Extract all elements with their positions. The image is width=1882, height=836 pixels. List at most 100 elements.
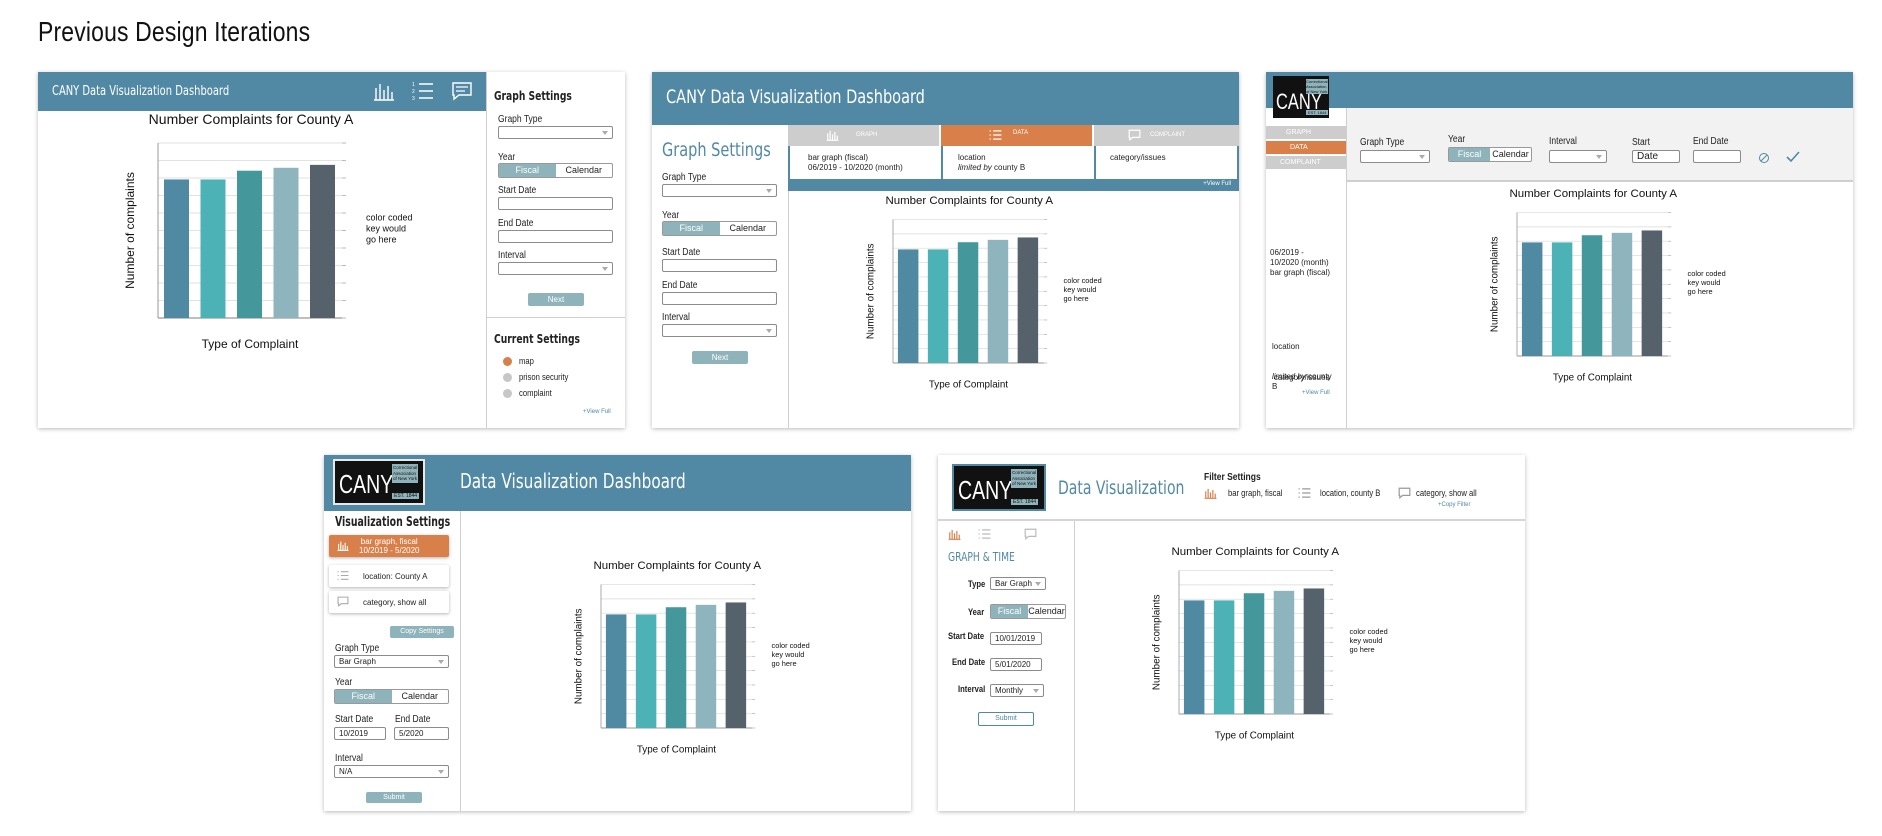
submit-button[interactable]: Submit <box>978 712 1034 726</box>
year-toggle[interactable]: Fiscal Calendar <box>1448 147 1532 162</box>
year-toggle[interactable]: Fiscal Calendar <box>662 221 777 236</box>
submit-button[interactable]: Submit <box>366 792 422 803</box>
copy-settings-button[interactable]: Copy Settings <box>390 626 454 638</box>
settings-pill-location[interactable]: location: County A <box>329 565 449 587</box>
filter-location: location, county B <box>1320 488 1381 498</box>
tab-graph[interactable]: GRAPH <box>788 125 939 146</box>
chart-group: Number Complaints for County A Number of … <box>1151 546 1387 742</box>
next-button[interactable]: Next <box>692 351 748 364</box>
settings-title: Graph Settings <box>662 139 771 161</box>
year-toggle[interactable]: Fiscal Calendar <box>990 604 1066 619</box>
end-date-field[interactable] <box>662 292 777 305</box>
logo-established: EST. 1844 <box>392 493 420 499</box>
divider <box>1074 521 1075 811</box>
y-axis-label: Number of complaints <box>123 172 137 289</box>
end-date-label: End Date <box>952 657 986 667</box>
graph-type-select[interactable] <box>1360 150 1430 163</box>
bar <box>635 614 657 729</box>
end-date-field[interactable]: 5/01/2020 <box>990 658 1042 671</box>
fiscal-option[interactable]: Fiscal <box>499 164 556 177</box>
legend-placeholder: color coded key would go here <box>1350 627 1388 654</box>
bar <box>1213 600 1235 715</box>
fiscal-option[interactable]: Fiscal <box>1449 148 1490 161</box>
comment-icon[interactable] <box>451 81 473 101</box>
fiscal-option[interactable]: Fiscal <box>663 222 720 235</box>
bar-chart-icon <box>826 130 839 141</box>
legend-placeholder: color coded key would go here <box>1688 269 1726 296</box>
filter-category: category, show all <box>1416 488 1477 498</box>
filter-settings-title: Filter Settings <box>1204 472 1261 483</box>
settings-bar <box>1347 108 1853 182</box>
bar-chart-icon[interactable] <box>948 528 961 540</box>
graph-type-select[interactable] <box>662 184 777 197</box>
start-date-field[interactable]: Date <box>1632 150 1680 163</box>
calendar-option[interactable]: Calendar <box>1028 605 1065 618</box>
fiscal-option[interactable]: Fiscal <box>991 605 1028 618</box>
logo-org-name: Correctional Association of New York <box>1011 469 1038 488</box>
legend-placeholder: color coded key would go here <box>772 641 810 668</box>
divider <box>486 72 487 428</box>
comment-icon[interactable] <box>1024 528 1037 540</box>
complaint-summary: category/issues <box>1110 153 1166 162</box>
tab-data[interactable]: DATA <box>941 125 1092 146</box>
tab-graph[interactable]: GRAPH <box>1266 126 1346 139</box>
chart-group: Number Complaints for County A Number of … <box>123 111 413 351</box>
tab-complaint[interactable]: COMPLAINT <box>1266 156 1346 169</box>
tab-complaint[interactable]: COMPLAINT <box>1094 125 1239 146</box>
legend-line: key would <box>772 650 805 659</box>
current-settings-title: Current Settings <box>494 332 580 346</box>
fiscal-option[interactable]: Fiscal <box>335 690 392 703</box>
current-item-label: map <box>519 356 534 366</box>
legend-line: key would <box>1688 278 1721 287</box>
calendar-option[interactable]: Calendar <box>1490 148 1531 161</box>
check-icon[interactable] <box>1785 150 1801 164</box>
data-summary: location limited by county B <box>958 153 1025 173</box>
cany-logo: CANY Correctional Association of New Yor… <box>1273 76 1329 118</box>
tab-label: DATA <box>1290 144 1308 151</box>
copy-filter-link[interactable]: +Copy Filter <box>1438 502 1471 508</box>
section-title: GRAPH & TIME <box>948 550 1015 564</box>
settings-pill-graph[interactable]: bar graph, fiscal 10/2019 - 5/2020 <box>329 535 449 557</box>
graph-type-select[interactable]: Bar Graph <box>334 655 449 668</box>
end-date-field[interactable] <box>1693 150 1741 163</box>
interval-select[interactable]: Monthly <box>990 684 1044 697</box>
list-icon[interactable] <box>978 528 991 540</box>
interval-select[interactable]: N/A <box>334 765 449 778</box>
view-full-link[interactable]: +View Full <box>583 409 611 415</box>
interval-label: Interval <box>958 684 986 694</box>
list-icon[interactable]: 123 <box>412 81 434 101</box>
type-select[interactable]: Bar Graph <box>990 577 1046 590</box>
bar <box>1017 237 1039 364</box>
calendar-option[interactable]: Calendar <box>556 164 613 177</box>
end-date-field[interactable]: 5/2020 <box>394 727 449 740</box>
start-date-field[interactable]: 10/2019 <box>334 727 386 740</box>
graph-type-select[interactable] <box>498 126 613 139</box>
interval-select[interactable] <box>498 262 613 275</box>
bar <box>927 249 949 364</box>
start-date-field[interactable]: 10/01/2019 <box>990 632 1042 645</box>
interval-label: Interval <box>498 250 526 261</box>
start-date-field[interactable] <box>498 197 613 210</box>
year-toggle[interactable]: Fiscal Calendar <box>498 163 613 178</box>
interval-select[interactable] <box>662 324 777 337</box>
graph-summary: 06/2019 - 10/2020 (month) bar graph (fis… <box>1270 248 1331 277</box>
legend-line: go here <box>1350 645 1375 654</box>
tab-data[interactable]: DATA <box>1266 141 1346 154</box>
settings-pill-category[interactable]: category, show all <box>329 591 449 613</box>
view-full-link[interactable]: +View Full <box>1203 181 1231 187</box>
svg-text:2: 2 <box>412 89 415 95</box>
x-axis-label: Type of Complaint <box>1553 373 1632 384</box>
bar-chart-icon[interactable] <box>373 81 395 101</box>
view-full-link[interactable]: +View Full <box>1302 390 1330 396</box>
calendar-option[interactable]: Calendar <box>720 222 777 235</box>
clear-icon[interactable] <box>1758 152 1770 164</box>
chart-title: Number Complaints for County A <box>1171 546 1339 558</box>
start-date-label: Start Date <box>948 631 985 641</box>
interval-select[interactable] <box>1549 150 1607 163</box>
year-toggle[interactable]: Fiscal Calendar <box>334 689 449 704</box>
start-date-field[interactable] <box>662 259 777 272</box>
next-button[interactable]: Next <box>528 293 584 306</box>
calendar-option[interactable]: Calendar <box>392 690 449 703</box>
legend-line: color coded <box>772 641 810 650</box>
end-date-field[interactable] <box>498 230 613 243</box>
